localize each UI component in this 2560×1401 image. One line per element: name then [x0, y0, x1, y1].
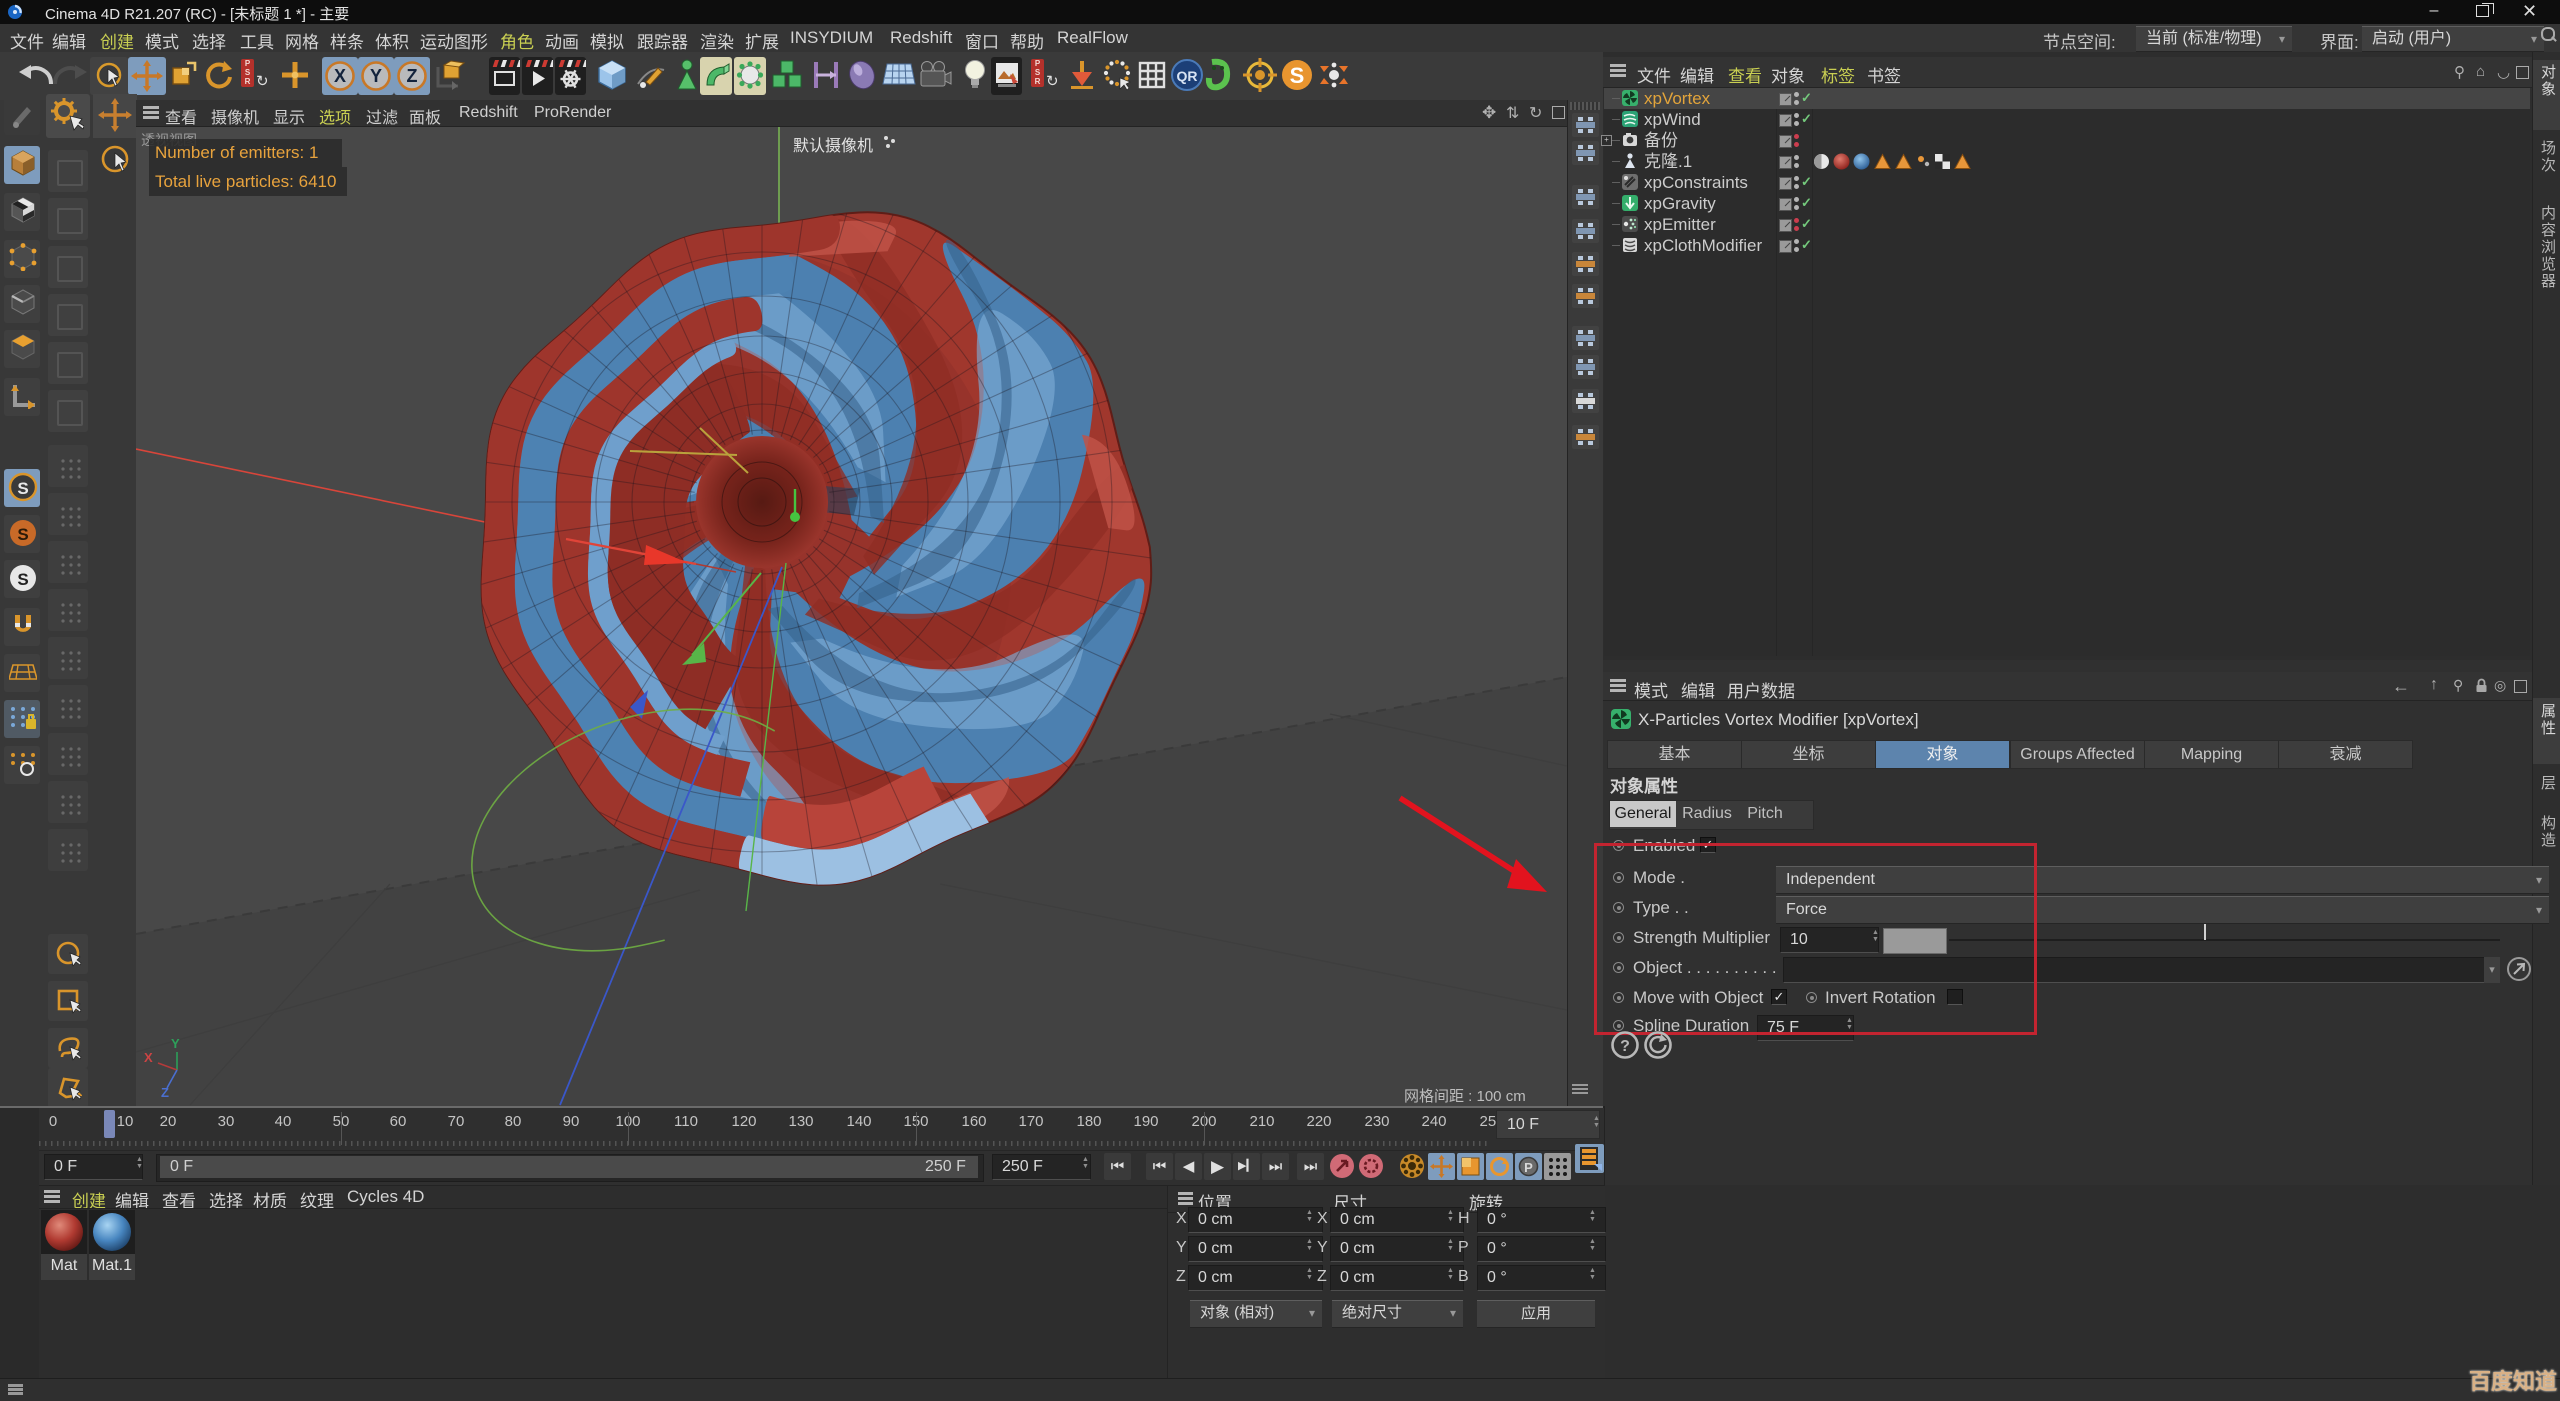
- svg-text:S: S: [1290, 63, 1305, 88]
- svg-text:S: S: [17, 570, 28, 589]
- svg-text:Z: Z: [407, 66, 418, 86]
- svg-text:X: X: [334, 66, 346, 86]
- svg-text:P: P: [1524, 1160, 1533, 1175]
- svg-text:S: S: [17, 525, 28, 544]
- svg-text:?: ?: [1620, 1038, 1630, 1055]
- svg-text:S: S: [17, 479, 28, 498]
- svg-text:QR: QR: [1177, 68, 1198, 84]
- svg-text:Y: Y: [370, 66, 382, 86]
